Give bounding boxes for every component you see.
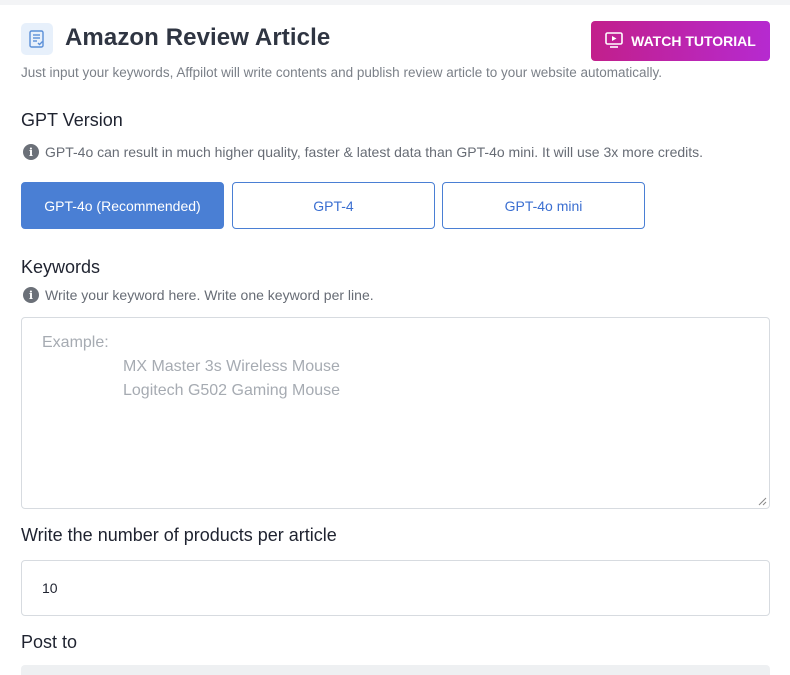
keywords-label: Keywords xyxy=(21,257,101,277)
keywords-hint: i Write your keyword here. Write one key… xyxy=(23,287,374,303)
keywords-textarea[interactable]: Example: MX Master 3s Wireless Mouse Log… xyxy=(21,317,770,509)
keywords-placeholder-line: MX Master 3s Wireless Mouse xyxy=(123,358,340,375)
gpt-version-label: GPT Version xyxy=(21,110,123,130)
post-to-label: Post to xyxy=(21,632,78,652)
resize-handle-icon[interactable] xyxy=(757,496,767,506)
page-title: Amazon Review Article xyxy=(65,24,331,51)
keywords-placeholder-line: Logitech G502 Gaming Mouse xyxy=(123,382,341,399)
gpt-version-hint-text: GPT-4o can result in much higher quality… xyxy=(45,144,704,160)
video-play-icon xyxy=(605,31,623,51)
gpt-4o-mini-option-button[interactable]: GPT-4o mini xyxy=(442,182,645,229)
top-strip xyxy=(0,0,790,5)
post-to-select[interactable] xyxy=(21,665,770,675)
document-list-icon xyxy=(21,23,53,55)
watch-tutorial-button[interactable]: WATCH TUTORIAL xyxy=(591,21,770,61)
products-per-article-input[interactable]: 10 xyxy=(21,560,770,616)
gpt-version-hint: i GPT-4o can result in much higher quali… xyxy=(23,144,703,160)
info-icon: i xyxy=(23,144,39,160)
page-subtitle: Just input your keywords, Affpilot will … xyxy=(21,65,663,80)
keywords-placeholder-prefix: Example: xyxy=(42,334,109,351)
keywords-hint-text: Write your keyword here. Write one keywo… xyxy=(45,287,374,303)
products-per-article-label: Write the number of products per article xyxy=(21,525,337,545)
info-icon: i xyxy=(23,287,39,303)
watch-tutorial-label: WATCH TUTORIAL xyxy=(631,33,756,49)
products-per-article-value: 10 xyxy=(42,580,58,596)
gpt-4-option-button[interactable]: GPT-4 xyxy=(232,182,435,229)
gpt-4o-option-button[interactable]: GPT-4o (Recommended) xyxy=(21,182,224,229)
